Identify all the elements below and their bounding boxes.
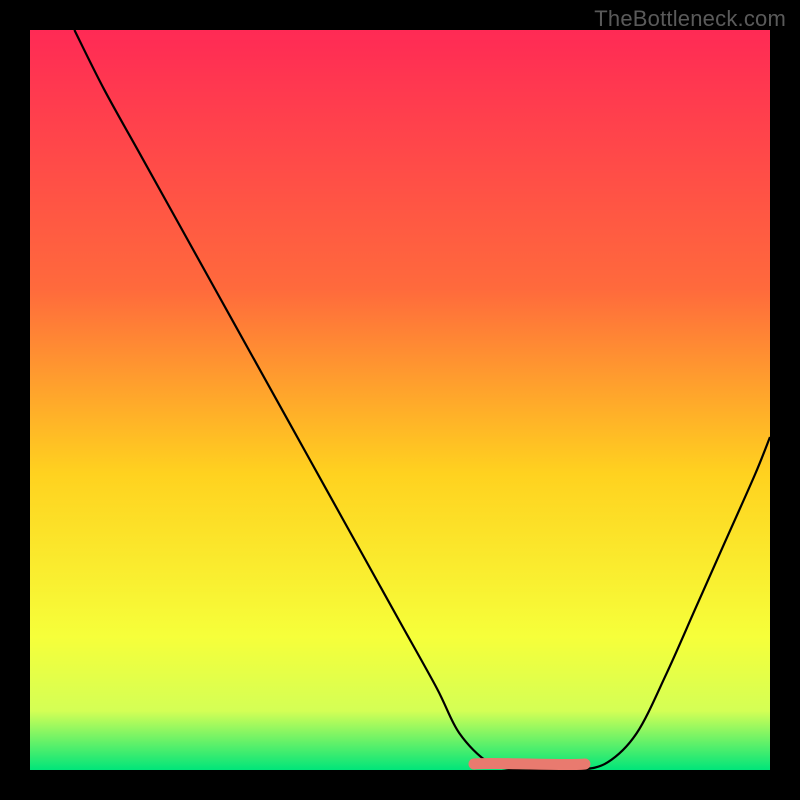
watermark-text: TheBottleneck.com — [594, 6, 786, 32]
chart-container: TheBottleneck.com — [0, 0, 800, 800]
curve-layer — [30, 30, 770, 770]
optimal-range-marker — [474, 763, 585, 764]
bottleneck-curve — [74, 30, 770, 770]
plot-area — [30, 30, 770, 770]
